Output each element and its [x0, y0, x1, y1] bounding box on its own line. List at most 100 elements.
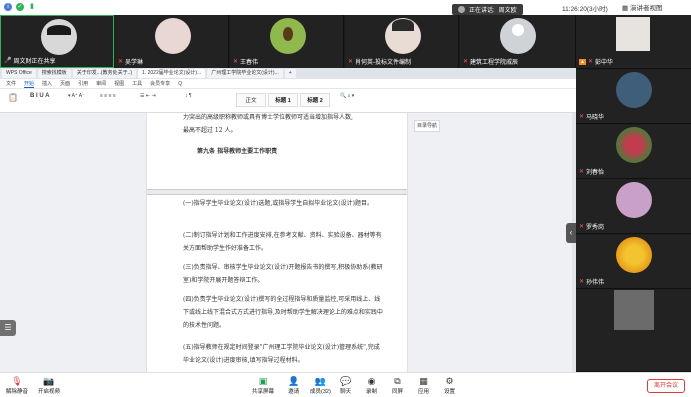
breakout-icon: ⧉	[394, 376, 401, 386]
style-normal[interactable]: 正文	[236, 93, 266, 107]
avatar-hair	[392, 19, 414, 31]
participant-name: ✕ 建筑工程学院戚辰	[463, 59, 519, 66]
meeting-clock: 11:26:20(3小时)	[562, 6, 608, 13]
menu-home[interactable]: 开始	[24, 80, 35, 88]
avatar	[614, 290, 654, 330]
participant-name: ▲ ✕ 彭中华	[579, 58, 613, 66]
menu-file[interactable]: 文件	[6, 80, 16, 87]
record-icon: ◉	[367, 376, 376, 386]
doc-paragraph: 最高不超过 12 人。	[183, 127, 237, 134]
text-format-icons[interactable]: ≡ ≡ ≡ ≡	[100, 93, 116, 99]
apps-button[interactable]: ▦ 应用	[418, 375, 429, 395]
tab-thesis-doc[interactable]: 1. 2022届毕业论文(设计)...	[138, 69, 206, 78]
style-heading-1[interactable]: 标题 1	[268, 93, 298, 107]
participant-name: ✕ 肖何英-投标文件编制	[348, 59, 412, 66]
gear-icon: ⚙	[445, 376, 454, 386]
breakout-label: 同屏	[392, 389, 404, 395]
collapse-arrow-icon[interactable]: ‹	[566, 223, 576, 243]
tab-college-doc[interactable]: 广州理工学院毕业论文(设计)...	[207, 69, 283, 78]
tab-notice-doc[interactable]: 关于印发...(教务处关于..)	[72, 69, 137, 78]
record-label: 录制	[366, 389, 378, 395]
members-button[interactable]: 👥 成员(32)	[310, 375, 331, 395]
participant-tile[interactable]: ✕ 马晓华	[576, 70, 691, 124]
chat-button[interactable]: 💬 聊天	[340, 375, 351, 395]
start-video-button[interactable]: 📷 开启视频	[38, 375, 60, 395]
wps-tab-bar: WPS Office 搜索找模板 关于印发...(教务处关于..) 1. 202…	[0, 68, 576, 79]
info-icon[interactable]: i	[4, 3, 12, 11]
mic-off-icon: ✕	[579, 169, 585, 175]
share-screen-button[interactable]: ▣ 共享屏幕	[252, 375, 274, 395]
menu-tools[interactable]: 工具	[132, 80, 142, 87]
avatar	[616, 127, 652, 163]
mic-off-icon: ✕	[587, 59, 593, 65]
doc-paragraph: (三)负责指导、审核学生毕业论文(设计)开题报告书的撰写,积极协助系(教研室)和…	[183, 264, 383, 284]
participant-tile[interactable]: ✕ 刘春怡	[576, 125, 691, 179]
font-size-control[interactable]: ▾ A⁺ A⁻	[68, 93, 85, 99]
participant-tile[interactable]: ✕ 建筑工程学院戚辰	[460, 15, 576, 68]
members-label: 成员(32)	[310, 389, 331, 395]
participant-name: ✕ 刘春怡	[579, 169, 605, 176]
doc-paragraph: (一)指导学生毕业论文(设计)选题,或指导学生自拟毕业论文(设计)题目。	[183, 200, 373, 207]
participant-tile[interactable]: ✕ 罗秀岗	[576, 180, 691, 234]
style-heading-2[interactable]: 标题 2	[300, 93, 330, 107]
menu-review[interactable]: 审阅	[96, 80, 106, 87]
avatar-hair	[47, 25, 71, 35]
participant-name: ✕ 马晓华	[579, 114, 605, 121]
speaker-avatar	[458, 6, 465, 13]
security-icon[interactable]: ✓	[16, 3, 24, 11]
leave-meeting-button[interactable]: 离开会议	[647, 379, 685, 393]
menu-insert[interactable]: 插入	[42, 80, 52, 87]
participant-tile[interactable]: ✕ 孙伟伟	[576, 235, 691, 289]
participant-strip: 🎤 周文财正在共享 ✕ 吴学琳 ✕ 王春伟 ✕ 肖何英-投标文件编制 ✕ 建筑工程学院戚辰	[0, 15, 576, 68]
participant-tile[interactable]	[576, 290, 691, 372]
tab-wps-office[interactable]: WPS Office	[2, 69, 36, 78]
outline-nav-button[interactable]: 目录导航	[414, 120, 440, 132]
participant-name: 🎤 周文财正在共享	[4, 58, 56, 65]
participant-tile[interactable]: ✕ 肖何英-投标文件编制	[345, 15, 459, 68]
settings-button[interactable]: ⚙ 设置	[444, 375, 455, 395]
mic-off-icon: ✕	[463, 59, 469, 65]
avatar	[155, 18, 191, 54]
avatar	[616, 182, 652, 218]
tab-template-search[interactable]: 搜索找模板	[37, 69, 71, 78]
record-button[interactable]: ◉ 录制	[366, 375, 377, 395]
mic-off-icon: ✕	[233, 59, 239, 65]
share-screen-icon: ▣	[258, 376, 268, 386]
menu-member[interactable]: 会员专享	[150, 80, 170, 87]
line-spacing-icons[interactable]: ↕ ¶	[185, 93, 192, 99]
participant-name: ✕ 王春伟	[233, 59, 259, 66]
participant-tile[interactable]: 🎤 周文财正在共享	[0, 15, 114, 68]
shared-screen: WPS Office 搜索找模板 关于印发...(教务处关于..) 1. 202…	[0, 68, 576, 372]
paragraph-icons[interactable]: ☰ ⇤ ⇥	[140, 93, 156, 99]
start-video-label: 开启视频	[38, 389, 61, 395]
invite-button[interactable]: 👤 邀请	[288, 375, 299, 395]
doc-article-heading: 第九条 指导教师主要工作职责	[197, 148, 278, 155]
list-icon[interactable]: ☰	[0, 320, 16, 336]
menu-search-icon[interactable]: Q	[178, 81, 182, 87]
share-screen-label: 共享屏幕	[252, 389, 275, 395]
avatar-head-shape	[512, 24, 524, 36]
participant-tile[interactable]: ✕ 王春伟	[230, 15, 344, 68]
avocado-seed-icon	[283, 27, 293, 41]
invite-icon: 👤	[288, 376, 300, 386]
mic-off-icon: ✕	[579, 279, 585, 285]
wps-ribbon: 📋 B I U A ▾ A⁺ A⁻ ≡ ≡ ≡ ≡ ☰ ⇤ ⇥ ↕ ¶ 正文 标…	[0, 89, 576, 113]
page-break	[147, 189, 407, 195]
new-tab-button[interactable]: +	[284, 69, 296, 78]
participant-tile[interactable]: ▲ ✕ 彭中华	[576, 15, 691, 69]
mic-off-icon: ✕	[579, 114, 585, 120]
view-mode-button[interactable]: ▦ 演讲者视图	[622, 2, 662, 12]
bold-icon[interactable]: B I U A	[30, 93, 49, 99]
breakout-button[interactable]: ⧉ 同屏	[392, 375, 403, 395]
menu-view[interactable]: 视图	[114, 80, 124, 87]
mic-icon: 🎤	[4, 58, 12, 64]
paste-icon[interactable]: 📋	[8, 93, 18, 102]
find-replace-icons[interactable]: 🔍 ⌕ ▾	[340, 93, 354, 99]
doc-paragraph: (四)负责学生毕业论文(设计)撰写的全过程指导和质量监控,可采用线上、线下或线上…	[183, 296, 383, 329]
avatar	[616, 237, 652, 273]
menu-reference[interactable]: 引用	[78, 80, 88, 87]
participant-tile[interactable]: ✕ 吴学琳	[115, 15, 229, 68]
participant-name: ✕ 罗秀岗	[579, 224, 605, 231]
unmute-button[interactable]: 🎙 解除静音	[6, 375, 28, 395]
menu-page[interactable]: 页面	[60, 80, 70, 87]
